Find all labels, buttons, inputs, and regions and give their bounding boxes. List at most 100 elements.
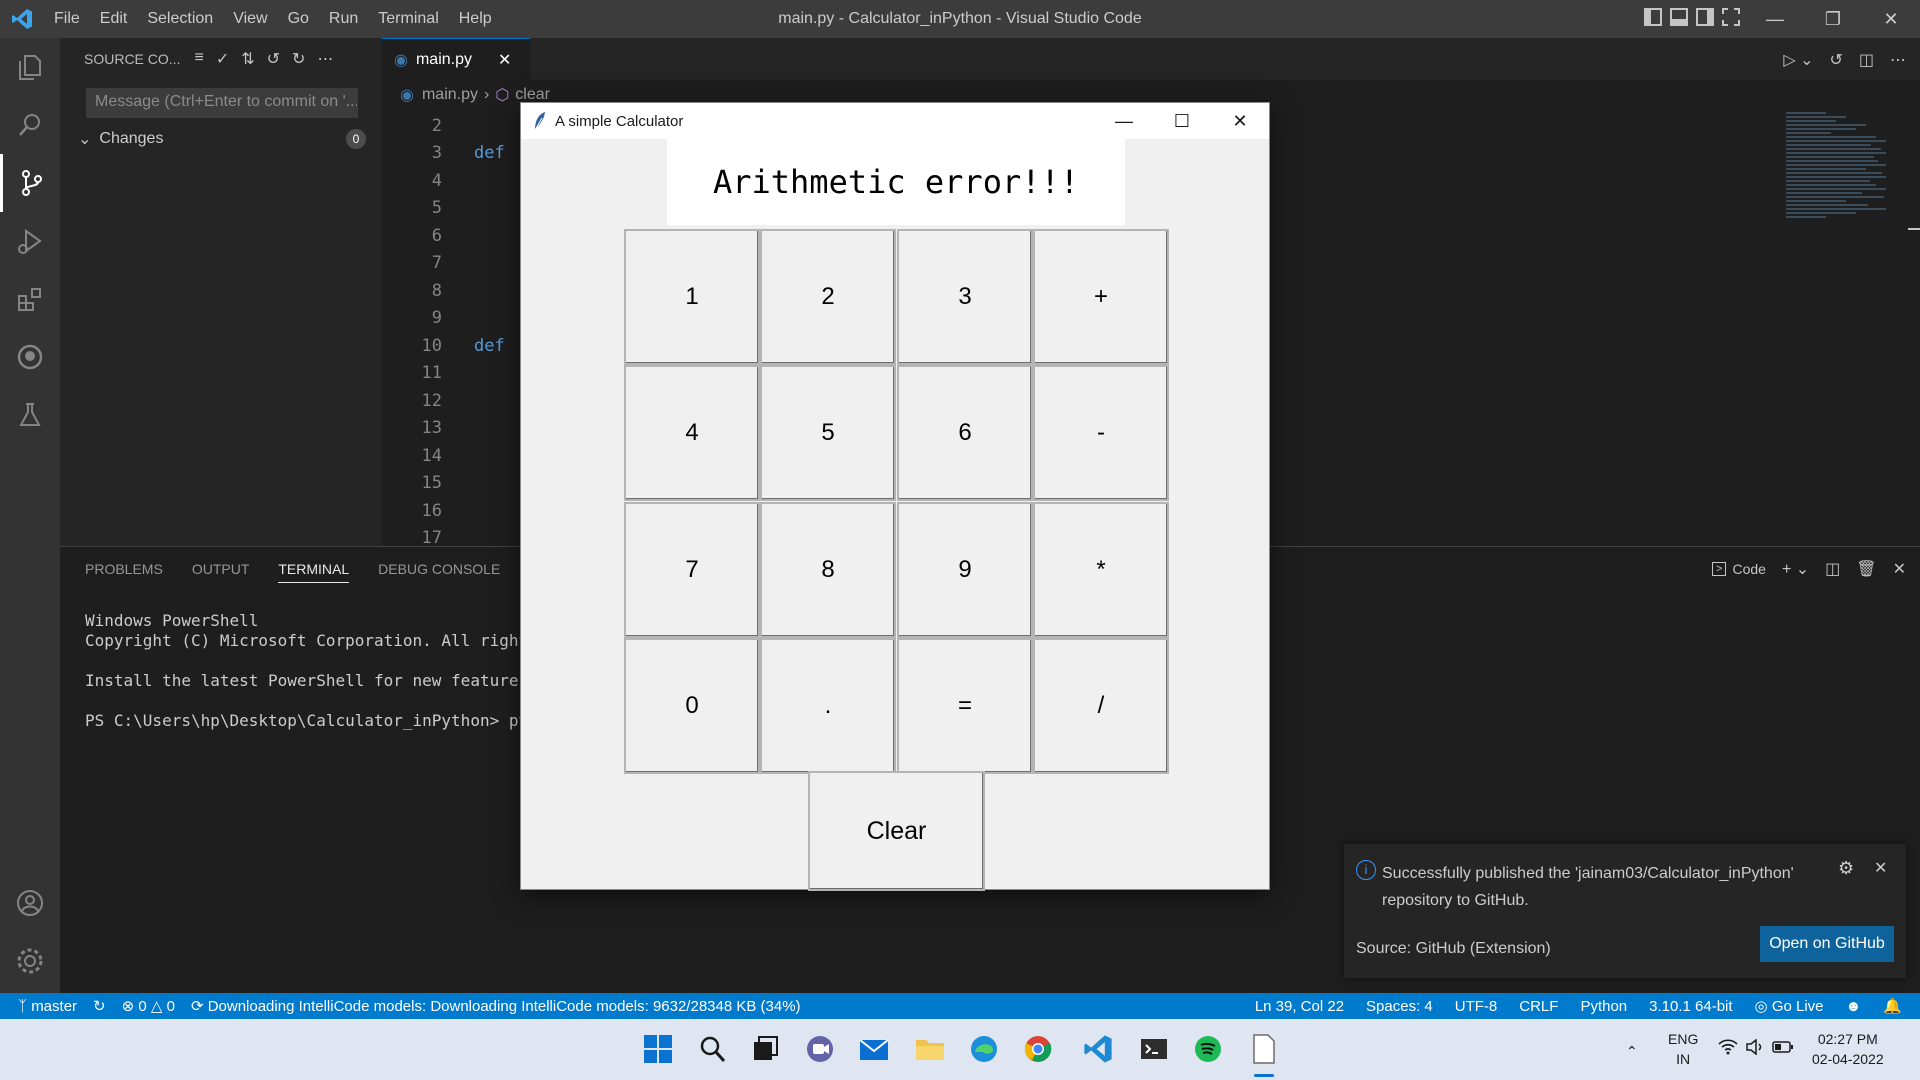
calculator-maximize-icon[interactable]: ☐: [1153, 103, 1211, 139]
split-editor-icon[interactable]: ◫: [1859, 50, 1874, 70]
key-7[interactable]: 7: [624, 502, 760, 638]
python-tk-window-icon[interactable]: [1246, 1031, 1282, 1067]
key-multiply[interactable]: *: [1033, 502, 1169, 638]
menu-view[interactable]: View: [233, 10, 267, 28]
extensions-icon[interactable]: [0, 270, 60, 328]
language-mode-status[interactable]: Python: [1580, 998, 1627, 1015]
key-equals[interactable]: =: [897, 638, 1033, 774]
close-panel-icon[interactable]: ✕: [1893, 559, 1906, 579]
go-live-status[interactable]: ◎ Go Live: [1755, 997, 1824, 1015]
new-terminal-icon[interactable]: + ⌄: [1782, 559, 1809, 579]
notification-close-icon[interactable]: ✕: [1874, 858, 1887, 878]
breadcrumb-file[interactable]: main.py: [422, 86, 478, 104]
kill-terminal-trash-icon[interactable]: 🗑: [1856, 559, 1876, 579]
key-1[interactable]: 1: [624, 229, 760, 365]
key-9[interactable]: 9: [897, 502, 1033, 638]
tab-problems[interactable]: PROBLEMS: [85, 561, 163, 583]
menu-run[interactable]: Run: [329, 10, 358, 28]
edge-browser-icon[interactable]: [966, 1031, 1002, 1067]
github-icon[interactable]: [0, 328, 60, 386]
menu-terminal[interactable]: Terminal: [378, 10, 438, 28]
notification-settings-gear-icon[interactable]: ⚙: [1838, 858, 1854, 879]
tab-output[interactable]: OUTPUT: [192, 561, 250, 583]
encoding-status[interactable]: UTF-8: [1455, 998, 1498, 1015]
key-plus[interactable]: +: [1033, 229, 1169, 365]
toggle-panel-icon[interactable]: [1670, 8, 1688, 26]
tab-close-icon[interactable]: ✕: [498, 50, 511, 70]
key-3[interactable]: 3: [897, 229, 1033, 365]
tab-debug-console[interactable]: DEBUG CONSOLE: [378, 561, 500, 583]
calculator-close-icon[interactable]: ✕: [1211, 103, 1269, 139]
close-icon[interactable]: ✕: [1862, 0, 1920, 38]
menu-help[interactable]: Help: [459, 10, 492, 28]
customize-layout-icon[interactable]: [1722, 8, 1740, 26]
taskbar-search-icon[interactable]: [694, 1031, 730, 1067]
key-6[interactable]: 6: [897, 365, 1033, 501]
refresh-icon[interactable]: ↻: [292, 49, 305, 69]
manage-gear-icon[interactable]: [0, 932, 60, 990]
windows-start-icon[interactable]: [640, 1031, 676, 1067]
menu-go[interactable]: Go: [288, 10, 309, 28]
accounts-icon[interactable]: [0, 874, 60, 932]
show-hidden-icons-chevron-icon[interactable]: ⌃: [1626, 1041, 1638, 1061]
file-explorer-icon[interactable]: [912, 1031, 948, 1067]
commit-message-input[interactable]: Message (Ctrl+Enter to commit on '...: [86, 88, 358, 118]
split-terminal-icon[interactable]: ◫: [1825, 559, 1840, 579]
feedback-icon[interactable]: ☻: [1846, 998, 1862, 1015]
key-8[interactable]: 8: [760, 502, 896, 638]
terminal-app-icon[interactable]: [1136, 1031, 1172, 1067]
key-2[interactable]: 2: [760, 229, 896, 365]
tab-main-py[interactable]: ◉ main.py ✕: [382, 38, 530, 80]
editor-scrollbar[interactable]: [1906, 110, 1920, 546]
minimap[interactable]: [1786, 110, 1906, 360]
terminal-prompt-line[interactable]: PS C:\Users\hp\Desktop\Calculator_inPyth…: [85, 711, 547, 730]
volume-icon[interactable]: [1746, 1038, 1764, 1060]
input-language-indicator[interactable]: ENG IN: [1668, 1029, 1698, 1069]
python-interpreter-status[interactable]: 3.10.1 64-bit: [1649, 998, 1732, 1015]
indentation-status[interactable]: Spaces: 4: [1366, 998, 1433, 1015]
teams-chat-icon[interactable]: [802, 1031, 838, 1067]
key-4[interactable]: 4: [624, 365, 760, 501]
sync-icon[interactable]: ↻: [93, 997, 106, 1015]
view-as-tree-icon[interactable]: ≡: [194, 49, 203, 69]
eol-status[interactable]: CRLF: [1519, 998, 1558, 1015]
terminal-profile-label[interactable]: Code: [1732, 561, 1765, 577]
key-divide[interactable]: /: [1033, 638, 1169, 774]
menu-file[interactable]: File: [54, 10, 80, 28]
toggle-secondary-sidebar-icon[interactable]: [1696, 8, 1714, 26]
key-minus[interactable]: -: [1033, 365, 1169, 501]
mail-icon[interactable]: [856, 1031, 892, 1067]
history-icon[interactable]: ↺: [267, 49, 280, 69]
key-0[interactable]: 0: [624, 638, 760, 774]
search-icon[interactable]: [0, 96, 60, 154]
system-clock[interactable]: 02:27 PM 02-04-2022: [1812, 1029, 1884, 1069]
more-actions-icon[interactable]: ⋯: [317, 49, 333, 69]
spotify-icon[interactable]: [1190, 1031, 1226, 1067]
changes-section[interactable]: ⌄ Changes 0: [60, 126, 382, 152]
minimize-icon[interactable]: —: [1746, 0, 1804, 38]
run-python-file-icon[interactable]: ▷ ⌄: [1783, 50, 1813, 70]
battery-icon[interactable]: [1772, 1039, 1794, 1059]
explorer-icon[interactable]: [0, 38, 60, 96]
key-5[interactable]: 5: [760, 365, 896, 501]
task-view-icon[interactable]: [748, 1031, 784, 1067]
problems-status[interactable]: ⊗ 0 △ 0: [122, 997, 175, 1015]
branch-status[interactable]: ᛉ master: [18, 998, 77, 1015]
testing-icon[interactable]: [0, 386, 60, 444]
cursor-position-status[interactable]: Ln 39, Col 22: [1255, 998, 1344, 1015]
menu-edit[interactable]: Edit: [100, 10, 128, 28]
menu-selection[interactable]: Selection: [147, 10, 213, 28]
commit-check-icon[interactable]: ✓: [216, 49, 229, 69]
source-control-icon[interactable]: [0, 154, 60, 212]
run-debug-icon[interactable]: [0, 212, 60, 270]
open-on-github-button[interactable]: Open on GitHub: [1760, 926, 1894, 962]
notifications-bell-icon[interactable]: 🔔: [1883, 997, 1902, 1015]
vscode-taskbar-icon[interactable]: [1080, 1031, 1116, 1067]
editor-more-actions-icon[interactable]: ⋯: [1890, 50, 1906, 70]
calculator-minimize-icon[interactable]: —: [1095, 103, 1153, 139]
open-changes-icon[interactable]: ↺: [1829, 50, 1842, 70]
toggle-sidebar-icon[interactable]: [1644, 8, 1662, 26]
chrome-browser-icon[interactable]: [1020, 1031, 1056, 1067]
intellicode-download-status[interactable]: ⟳ Downloading IntelliCode models: Downlo…: [191, 997, 801, 1015]
calculator-title-bar[interactable]: A simple Calculator — ☐ ✕: [521, 103, 1269, 139]
